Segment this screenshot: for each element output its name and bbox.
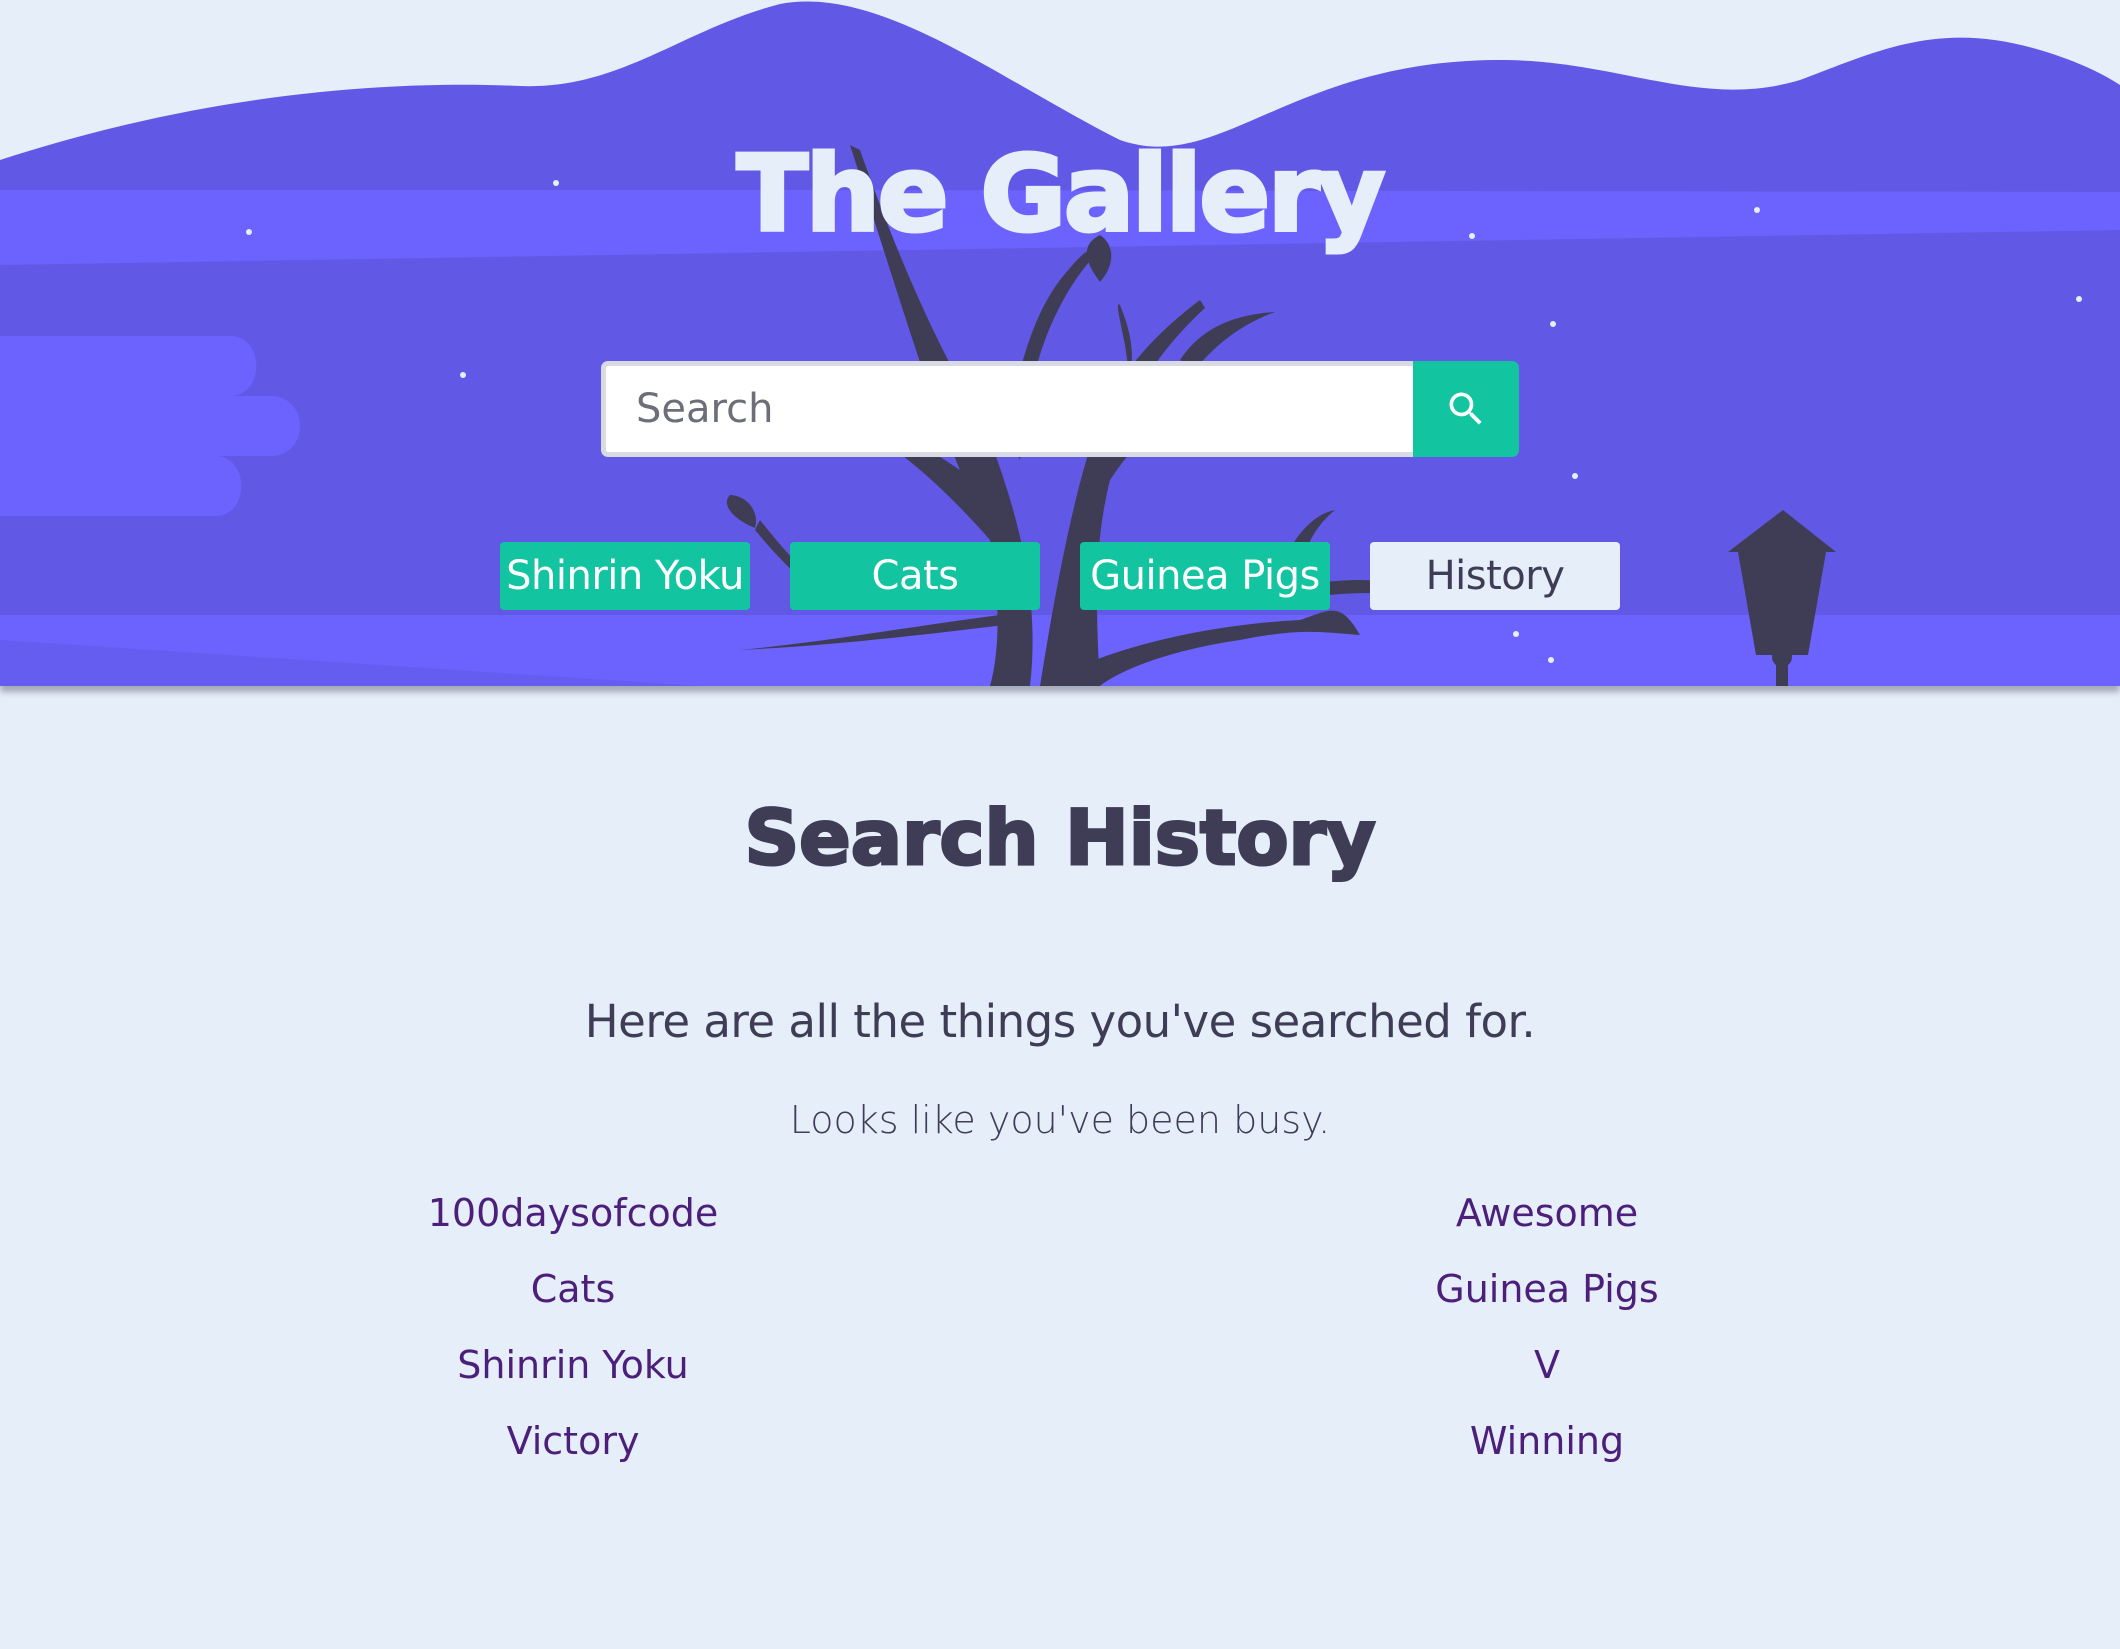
nav-cats-button[interactable]: Cats	[790, 542, 1040, 610]
site-title: The Gallery	[735, 133, 1387, 255]
search-form	[601, 361, 1519, 457]
nav-history-button[interactable]: History	[1370, 542, 1620, 610]
nav-shinrin-yoku-button[interactable]: Shinrin Yoku	[500, 542, 750, 610]
search-icon	[1449, 392, 1482, 425]
search-input[interactable]	[601, 361, 1413, 457]
history-item[interactable]: 100daysofcode	[273, 1175, 873, 1251]
hero-header: The Gallery Shinrin Yoku Cats Guinea Pig…	[0, 0, 2120, 686]
history-sublead-text: Looks like you've been busy.	[789, 1098, 1331, 1142]
page-title: Search History	[743, 793, 1377, 882]
history-item[interactable]: Awesome	[1247, 1175, 1847, 1251]
page: The Gallery Shinrin Yoku Cats Guinea Pig…	[0, 0, 2120, 1649]
category-nav: Shinrin Yoku Cats Guinea Pigs History	[500, 542, 1620, 610]
history-item[interactable]: Shinrin Yoku	[273, 1327, 873, 1403]
nav-guinea-pigs-button[interactable]: Guinea Pigs	[1080, 542, 1330, 610]
history-item[interactable]: V	[1247, 1327, 1847, 1403]
history-item[interactable]: Victory	[273, 1403, 873, 1479]
search-button[interactable]	[1413, 361, 1519, 457]
history-item[interactable]: Winning	[1247, 1403, 1847, 1479]
history-item[interactable]: Guinea Pigs	[1247, 1251, 1847, 1327]
history-item[interactable]: Cats	[273, 1251, 873, 1327]
history-lead-text: Here are all the things you've searched …	[584, 995, 1536, 1048]
